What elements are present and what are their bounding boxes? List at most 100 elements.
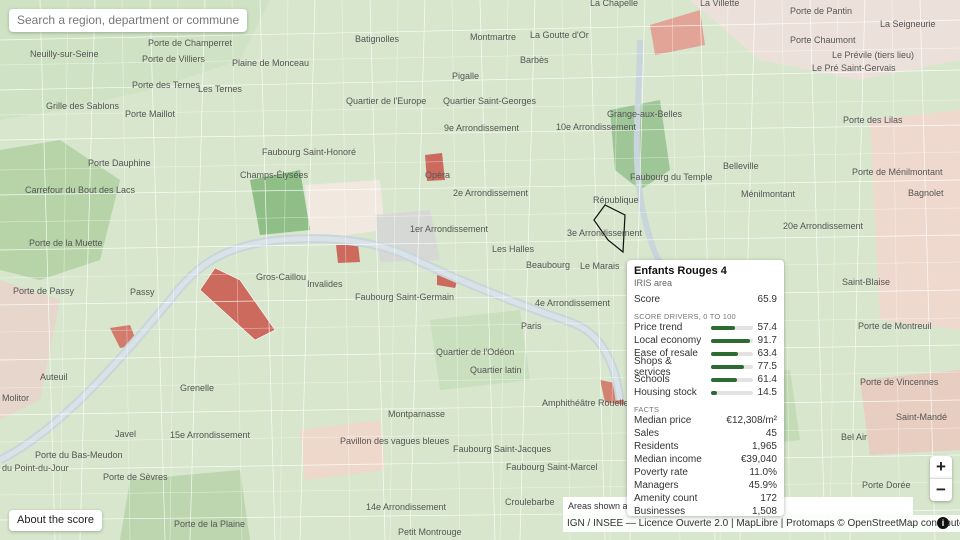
drivers-heading: SCORE DRIVERS, 0 TO 100 [634,312,736,321]
map-label: Paris [521,321,542,331]
driver-value: 14.5 [757,387,777,398]
map-label: La Goutte d'Or [530,30,589,40]
fact-label: Median income [634,454,702,465]
facts-list: Median price €12,308/m² Sales 45 Residents 1,… [634,414,777,518]
map-label: 4e Arrondissement [535,298,611,308]
map-label: Porte de Pantin [790,6,852,16]
map-label: Porte Dorée [862,480,911,490]
driver-value: 77.5 [757,361,777,372]
map-label: Porte Maillot [125,109,176,119]
map-label: Quartier Saint-Georges [443,96,537,106]
zoom-in-button[interactable]: + [930,456,952,478]
driver-value: 57.4 [757,322,777,333]
driver-bar-fill [711,377,737,382]
map-label: Javel [115,429,136,439]
map-label: Les Halles [492,244,535,254]
driver-value: 63.4 [757,348,777,359]
fact-label: Residents [634,441,679,452]
map-label: Champs-Élysées [240,170,309,180]
map-label: Molitor [2,393,29,403]
search-input[interactable] [9,9,247,32]
choropleth-map[interactable]: Porte de Champerret Porte de Villiers Ne… [0,0,960,540]
map-label: 2e Arrondissement [453,188,529,198]
map-label: Porte de Champerret [148,38,233,48]
driver-bar [711,351,753,356]
map-label: Gros-Caillou [256,272,306,282]
map-label: Porte de Sèvres [103,472,168,482]
driver-bar [711,364,753,369]
driver-bar-fill [711,338,750,343]
map-label: Quartier de l'Europe [346,96,426,106]
map-label: Plaine de Monceau [232,58,309,68]
driver-bar-fill [711,364,744,369]
driver-bar [711,377,753,382]
fact-row: Median price €12,308/m² [634,414,777,427]
map-label: Bel Air [841,432,867,442]
fact-value: 45.9% [748,480,777,491]
map-label: 1er Arrondissement [410,224,489,234]
driver-bar [711,338,753,343]
driver-row: Price trend 57.4 [634,321,777,334]
map-label: Croulebarbe [505,497,555,507]
fact-label: Managers [634,480,679,491]
map-label: Beaubourg [526,260,570,270]
fact-label: Businesses [634,506,686,517]
map-label: Porte des Ternes [132,80,200,90]
about-score-button[interactable]: About the score [9,510,103,531]
driver-bar-fill [711,390,718,395]
map-label: Quartier latin [470,365,522,375]
map-label: Faubourg Saint-Marcel [506,462,598,472]
fact-row: Poverty rate 11.0% [634,466,777,479]
map-label: La Chapelle [590,0,638,8]
driver-row: Local economy 91.7 [634,334,777,347]
map-label: Faubourg du Temple [630,172,712,182]
map-label: 14e Arrondissement [366,502,447,512]
drivers-list: Price trend 57.4 Local economy 91.7 Ease of … [634,321,777,399]
fact-row: Amenity count 172 [634,492,777,505]
map-label: Porte Dauphine [88,158,151,168]
map-label: Auteuil [40,372,68,382]
info-icon[interactable]: i [937,517,949,529]
driver-bar [711,325,753,330]
map-label: Le Pré Saint-Gervais [812,63,896,73]
map-label: Amphithéâtre Rouelle [542,398,629,408]
driver-value: 61.4 [757,374,777,385]
map-label: Porte de Passy [13,286,75,296]
map-label: 20e Arrondissement [783,221,864,231]
map-label: Faubourg Saint-Germain [355,292,454,302]
driver-row: Schools 61.4 [634,373,777,386]
map-label: 15e Arrondissement [170,430,251,440]
map-label: 10e Arrondissement [556,122,637,132]
fact-row: Managers 45.9% [634,479,777,492]
map-label: La Villette [700,0,739,8]
map-label: Porte des Lilas [843,115,903,125]
fact-value: 11.0% [749,467,777,478]
map-label: Bagnolet [908,188,944,198]
map-label: Les Ternes [198,84,242,94]
map-label: Montparnasse [388,409,445,419]
zoom-out-button[interactable]: − [930,478,952,501]
fact-value: 1,508 [751,506,777,517]
map-label: Invalides [307,279,343,289]
map-label: Grange-aux-Belles [607,109,683,119]
map-label: Porte du Bas-Meudon [35,450,123,460]
facts-heading: FACTS [634,405,660,414]
score-row: Score 65.9 [634,293,777,306]
area-title: Enfants Rouges 4 [634,265,727,277]
map-label: Petit Montrouge [398,527,462,537]
map-label: La Seigneurie [880,19,936,29]
fact-row: Businesses 1,508 [634,505,777,518]
driver-bar-fill [711,351,738,356]
area-info-panel: Enfants Rouges 4 IRIS area Score 65.9 SC… [627,260,784,518]
fact-row: Sales 45 [634,427,777,440]
driver-row: Shops & services 77.5 [634,356,777,378]
driver-bar-fill [711,325,736,330]
map-label: Porte de Montreuil [858,321,932,331]
map-label: Grille des Sablons [46,101,120,111]
map-label: Barbès [520,55,549,65]
fact-value: €12,308/m² [726,415,777,426]
area-subtitle: IRIS area [634,278,673,288]
map-label: Le Marais [580,261,620,271]
map-label: Grenelle [180,383,214,393]
fact-row: Median income €39,040 [634,453,777,466]
